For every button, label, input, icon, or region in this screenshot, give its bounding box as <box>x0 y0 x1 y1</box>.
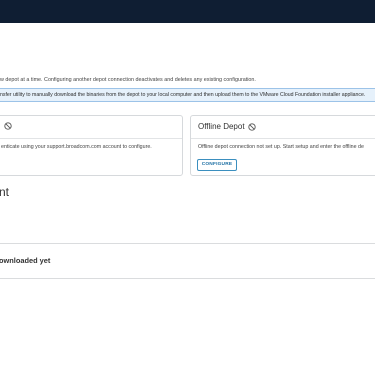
download-status-panel <box>0 243 375 279</box>
configure-button[interactable]: CONFIGURE <box>197 159 237 171</box>
offline-depot-title-text: Offline Depot <box>198 122 245 131</box>
card-divider <box>191 138 375 139</box>
main-content: w depot at a time. Configuring another d… <box>0 23 375 366</box>
offline-depot-description: Offline depot connection not set up. Sta… <box>198 144 364 150</box>
download-status-text: ownloaded yet <box>0 256 51 265</box>
ban-icon <box>247 122 256 131</box>
offline-depot-card: Offline Depot Offline depot connection n… <box>190 115 375 176</box>
online-depot-title <box>1 122 12 130</box>
ban-icon <box>4 122 12 130</box>
section-heading: nt <box>0 185 10 199</box>
card-divider <box>0 138 182 139</box>
offline-depot-title: Offline Depot <box>198 122 256 131</box>
app-window: w depot at a time. Configuring another d… <box>0 0 375 366</box>
online-depot-description: enticate using your support.broadcom.com… <box>1 144 152 150</box>
info-banner-text: nsfer utility to manually download the b… <box>0 92 366 98</box>
depot-intro-text: w depot at a time. Configuring another d… <box>0 77 256 83</box>
top-navigation-bar <box>0 0 375 23</box>
online-depot-card: enticate using your support.broadcom.com… <box>0 115 183 176</box>
info-banner: nsfer utility to manually download the b… <box>0 88 375 102</box>
